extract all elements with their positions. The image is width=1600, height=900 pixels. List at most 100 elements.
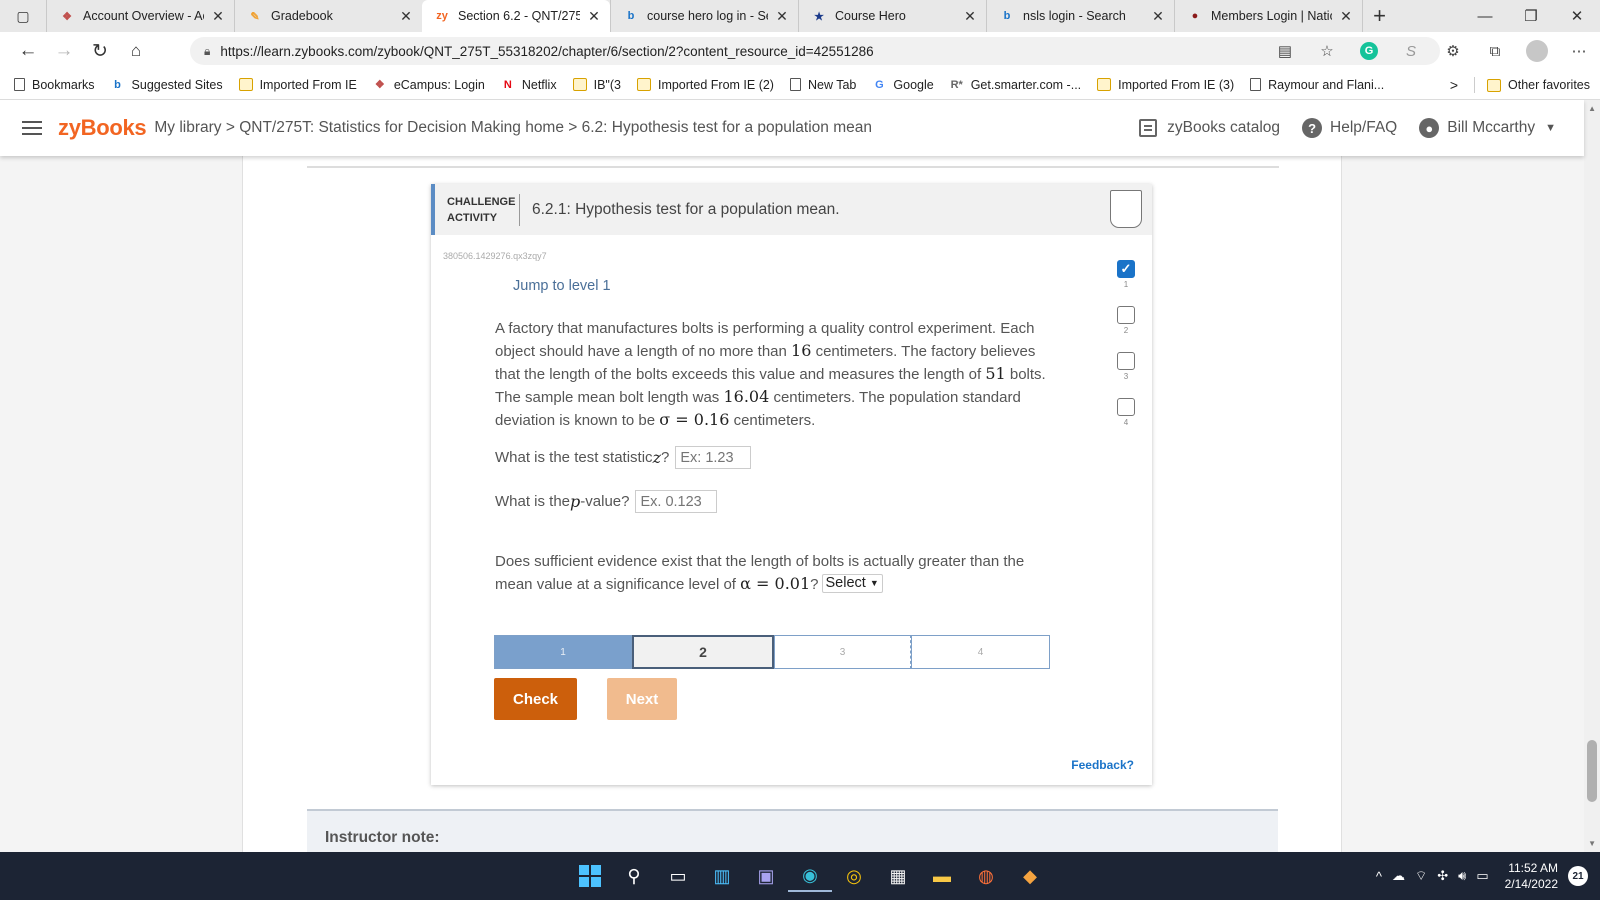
favorite-label: Google [893, 77, 934, 92]
folder-icon [572, 78, 587, 91]
clock[interactable]: 11:52 AM 2/14/2022 [1505, 860, 1558, 892]
favorite-item[interactable]: N Netflix [501, 78, 557, 92]
forward-button[interactable]: → [46, 35, 82, 67]
chrome-icon[interactable]: ◎ [832, 860, 876, 892]
favorite-item[interactable]: Imported From IE [238, 78, 357, 92]
file-explorer-icon[interactable]: ▬ [920, 860, 964, 892]
scroll-down-icon[interactable]: ▼ [1588, 839, 1596, 848]
zybooks-catalog-link[interactable]: zyBooks catalog [1139, 119, 1280, 137]
feedback-link[interactable]: Feedback? [1071, 758, 1134, 772]
favorite-item[interactable]: New Tab [789, 78, 856, 92]
breadcrumb[interactable]: My library > QNT/275T: Statistics for De… [154, 119, 872, 137]
favorite-item[interactable]: Imported From IE (2) [636, 78, 774, 92]
p-value-input[interactable] [635, 490, 718, 513]
help-faq-link[interactable]: ? Help/FAQ [1302, 118, 1397, 138]
page-scrollbar[interactable]: ▲ ▼ [1584, 100, 1600, 852]
progress-segment[interactable]: 1 [494, 635, 632, 669]
volume-icon[interactable]: 🔊︎ [1458, 868, 1466, 884]
favorite-label: Suggested Sites [131, 77, 223, 92]
back-button[interactable]: ← [10, 35, 46, 67]
level-checkbox[interactable]: ✓ 1 [1115, 260, 1137, 289]
favorite-item[interactable]: IB"(3 [572, 78, 621, 92]
teams-chat-icon[interactable]: ▣ [744, 860, 788, 892]
notification-badge[interactable]: 21 [1568, 866, 1588, 886]
browser-tab[interactable]: ● Members Login | Natio ✕ [1174, 0, 1362, 32]
close-window-button[interactable]: ✕ [1554, 0, 1600, 32]
level-checkbox[interactable]: 3 [1115, 352, 1137, 381]
collections-icon[interactable]: ⧉ [1474, 43, 1516, 60]
browser-tab[interactable]: zy Section 6.2 - QNT/275T ✕ [422, 0, 610, 32]
read-aloud-icon[interactable]: ▤ [1264, 42, 1306, 60]
close-tab-icon[interactable]: ✕ [1338, 8, 1354, 25]
tab-strip: ▢ ❖ Account Overview - Acc ✕ ✎ Gradebook ✕ zy S… [0, 0, 1600, 32]
tab-actions-button[interactable]: ▢ [0, 0, 46, 32]
minimize-button[interactable]: — [1462, 0, 1508, 32]
maps-pin-icon[interactable]: ◆ [1008, 860, 1052, 892]
favorite-item[interactable]: ❖ eCampus: Login [373, 78, 485, 92]
close-tab-icon[interactable]: ✕ [1150, 8, 1166, 25]
refresh-button[interactable]: ↻ [82, 35, 118, 67]
favorite-item[interactable]: Raymour and Flani... [1250, 78, 1384, 92]
user-menu[interactable]: ● Bill Mccarthy ▼ [1419, 118, 1556, 138]
zybooks-logo[interactable]: zyBooks [58, 115, 147, 141]
browser-tab[interactable]: ✎ Gradebook ✕ [234, 0, 422, 32]
other-favorites[interactable]: Other favorites [1487, 78, 1590, 92]
url-field[interactable]: 🔒︎ https://learn.zybooks.com/zybook/QNT_… [190, 37, 1440, 65]
add-favorite-icon[interactable]: ☆ [1306, 42, 1348, 60]
close-tab-icon[interactable]: ✕ [586, 8, 602, 25]
widgets-icon[interactable]: ▥ [700, 860, 744, 892]
profile-avatar[interactable] [1526, 40, 1548, 62]
task-view-icon[interactable]: ▭ [656, 860, 700, 892]
evidence-select[interactable]: Select ▼ [821, 573, 883, 593]
check-button[interactable]: Check [494, 678, 577, 720]
tab-favicon-icon: ✎ [250, 10, 260, 23]
browser-tab[interactable]: b course hero log in - Sea ✕ [610, 0, 798, 32]
progress-segment[interactable]: 2 [632, 635, 774, 669]
level-number: 3 [1123, 372, 1129, 381]
challenge-activity: CHALLENGE ACTIVITY 6.2.1: Hypothesis tes… [431, 184, 1152, 785]
battery-icon[interactable]: ▭ [1476, 868, 1488, 884]
close-tab-icon[interactable]: ✕ [774, 8, 790, 25]
favorite-item[interactable]: Bookmarks [14, 78, 95, 92]
netflix-icon: N [503, 78, 512, 91]
scrollbar-thumb[interactable] [1587, 740, 1597, 802]
show-hidden-icons-chevron-icon[interactable]: ^ [1376, 869, 1382, 884]
progress-segment[interactable]: 4 [911, 635, 1050, 669]
grammarly-icon[interactable]: G [1360, 42, 1378, 60]
start-button[interactable] [568, 860, 612, 892]
search-icon[interactable]: ⚲ [612, 860, 656, 892]
favorite-item[interactable]: Imported From IE (3) [1097, 78, 1234, 92]
extension-s-icon[interactable]: S [1390, 43, 1432, 60]
zybooks-header: zyBooks My library > QNT/275T: Statistic… [0, 100, 1584, 156]
favorite-item[interactable]: G Google [872, 77, 934, 92]
onedrive-cloud-icon[interactable]: ☁ [1392, 868, 1405, 884]
new-tab-button[interactable]: + [1362, 0, 1396, 32]
store-icon[interactable]: ▦ [876, 860, 920, 892]
settings-menu-icon[interactable]: ⋯ [1558, 42, 1600, 60]
hamburger-menu-icon[interactable] [22, 121, 42, 135]
favorites-overflow-chevron-icon[interactable]: > [1450, 77, 1458, 93]
close-tab-icon[interactable]: ✕ [398, 8, 414, 25]
home-button[interactable]: ⌂ [118, 35, 154, 67]
network-icon[interactable]: ⌔ [1415, 868, 1427, 884]
browser-tab[interactable]: ★ Course Hero ✕ [798, 0, 986, 32]
restore-button[interactable]: ❐ [1508, 0, 1554, 32]
progress-segment[interactable]: 3 [774, 635, 911, 669]
next-button[interactable]: Next [607, 678, 677, 720]
favorite-item[interactable]: b Suggested Sites [111, 77, 223, 92]
level-checkbox[interactable]: 4 [1115, 398, 1137, 427]
browser-tab[interactable]: ❖ Account Overview - Acc ✕ [46, 0, 234, 32]
test-statistic-input[interactable] [675, 446, 752, 469]
bluetooth-icon[interactable]: ✣ [1437, 868, 1448, 884]
browser-tab[interactable]: b nsls login - Search ✕ [986, 0, 1174, 32]
edge-browser-icon[interactable]: ◉ [788, 860, 832, 892]
close-tab-icon[interactable]: ✕ [962, 8, 978, 25]
scroll-up-icon[interactable]: ▲ [1588, 104, 1596, 113]
jump-to-level-link[interactable]: Jump to level 1 [513, 278, 611, 294]
close-tab-icon[interactable]: ✕ [210, 8, 226, 25]
firefox-icon[interactable]: ◍ [964, 860, 1008, 892]
tab-title: Members Login | Natio [1211, 9, 1332, 23]
favorite-item[interactable]: R* Get.smarter.com -... [950, 78, 1082, 92]
extensions-icon[interactable]: ⚙ [1432, 42, 1474, 60]
level-checkbox[interactable]: 2 [1115, 306, 1137, 335]
